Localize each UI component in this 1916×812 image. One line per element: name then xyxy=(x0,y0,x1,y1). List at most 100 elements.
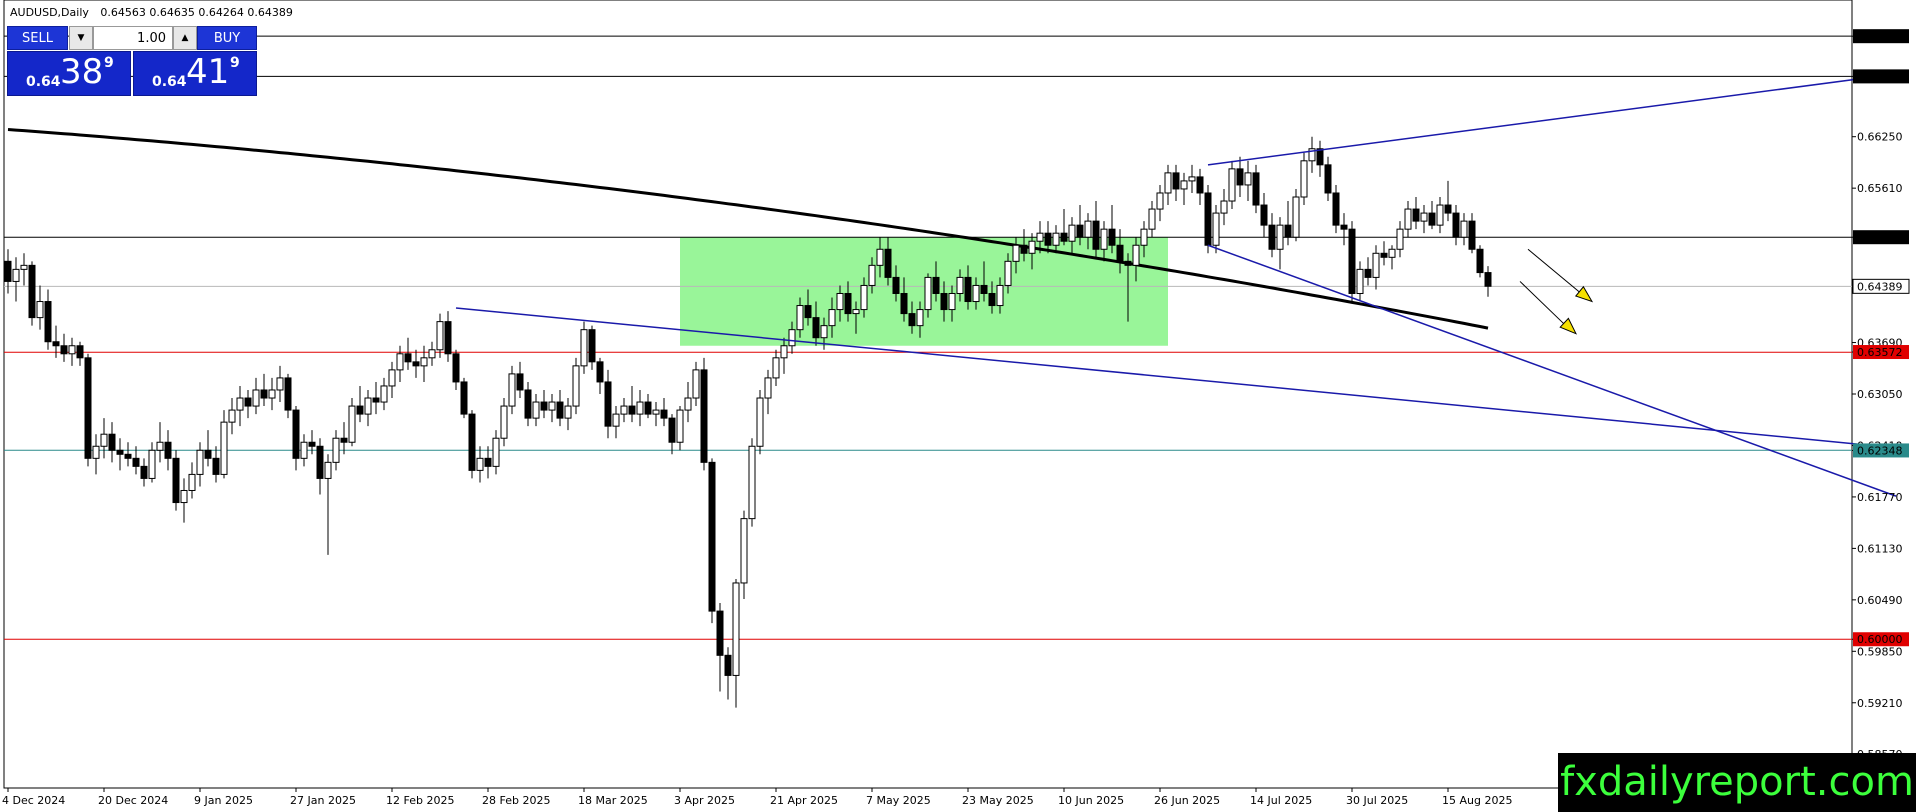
y-tick-label: 0.66250 xyxy=(1857,131,1903,144)
candle-bearish xyxy=(44,301,52,343)
candle-bullish xyxy=(1148,208,1156,230)
candle-bullish xyxy=(220,421,228,475)
candle-bullish xyxy=(1004,260,1012,286)
y-tick-label: 0.59850 xyxy=(1857,645,1903,658)
candle-bearish xyxy=(1364,268,1372,278)
candle-bullish xyxy=(236,397,244,411)
candle-bullish xyxy=(68,345,76,355)
candle-bullish xyxy=(1084,220,1092,238)
sell-button[interactable]: SELL xyxy=(7,26,68,50)
candle-bearish xyxy=(1444,204,1452,214)
candle-bullish xyxy=(876,248,884,266)
candle-bearish xyxy=(884,248,892,278)
lot-decrease-button[interactable]: ▼ xyxy=(69,26,93,50)
candle-bullish xyxy=(1356,268,1364,294)
candle-bearish xyxy=(84,357,92,459)
candle-bearish xyxy=(108,433,116,451)
lot-size-input[interactable] xyxy=(93,26,173,50)
candle-bullish xyxy=(1140,228,1148,246)
candle-bearish xyxy=(516,373,524,391)
candle-bullish xyxy=(1396,228,1404,250)
candle-bearish xyxy=(212,457,220,475)
candle-bullish xyxy=(1220,200,1228,214)
candle-bullish xyxy=(1028,240,1036,254)
y-tick-label: 0.61130 xyxy=(1857,542,1903,555)
candle-bearish xyxy=(1476,248,1484,274)
level-price-label: 0.65000 xyxy=(1857,231,1903,244)
candle-bearish xyxy=(140,465,148,479)
price-chart[interactable]: 0.675000.670000.662500.656100.650000.643… xyxy=(0,0,1916,812)
candle-bullish xyxy=(156,441,164,451)
candle-bullish xyxy=(1188,176,1196,182)
candle-bullish xyxy=(532,401,540,419)
candle-bullish xyxy=(684,397,692,411)
candle-bullish xyxy=(268,389,276,399)
candle-bullish xyxy=(364,397,372,415)
candle-bullish xyxy=(1460,220,1468,238)
candle-bullish xyxy=(956,276,964,294)
candle-bullish xyxy=(1036,232,1044,242)
candle-bullish xyxy=(12,268,20,282)
triangle-up-icon: ▲ xyxy=(181,33,189,43)
level-price-label: 0.67500 xyxy=(1857,30,1903,43)
candle-bearish xyxy=(1092,220,1100,250)
candle-bearish xyxy=(644,401,652,415)
x-tick-label: 10 Jun 2025 xyxy=(1058,794,1124,807)
candle-bullish xyxy=(420,357,428,367)
candle-bullish xyxy=(692,369,700,399)
candle-bearish xyxy=(668,417,676,443)
candle-bearish xyxy=(1172,172,1180,190)
candle-bullish xyxy=(92,445,100,459)
x-tick-label: 30 Jul 2025 xyxy=(1346,794,1408,807)
candle-bearish xyxy=(284,377,292,411)
candle-bearish xyxy=(812,317,820,339)
candle-bullish xyxy=(500,405,508,439)
candle-bearish xyxy=(1340,224,1348,230)
candle-bullish xyxy=(796,305,804,331)
candle-bullish xyxy=(868,264,876,286)
candle-bearish xyxy=(204,449,212,459)
candle-bearish xyxy=(1348,228,1356,294)
price-axis: 0.67500 0.67000 0.66250 0.65610 0.65000 0.643… xyxy=(1852,29,1910,761)
candle-bearish xyxy=(244,397,252,407)
candle-bullish xyxy=(772,357,780,379)
candle-bearish xyxy=(124,453,132,459)
candle-bullish xyxy=(564,405,572,419)
candle-bullish xyxy=(188,473,196,491)
candle-bullish xyxy=(324,461,332,479)
buy-button[interactable]: BUY xyxy=(197,26,257,50)
candle-bullish xyxy=(972,284,980,303)
candle-bullish xyxy=(1276,224,1284,250)
candle-bearish xyxy=(1060,232,1068,242)
candle-bearish xyxy=(1268,224,1276,250)
candle-bullish xyxy=(276,377,284,391)
lot-increase-button[interactable]: ▲ xyxy=(173,26,197,50)
candle-bullish xyxy=(1164,172,1172,194)
candle-bearish xyxy=(356,405,364,415)
y-tick-label: 0.63050 xyxy=(1857,388,1903,401)
buy-price-prefix: 0.64 xyxy=(152,74,187,90)
candle-bullish xyxy=(180,489,188,504)
candle-bearish xyxy=(1316,148,1324,166)
candle-bearish xyxy=(708,461,716,612)
candle-bearish xyxy=(892,276,900,294)
watermark: fxdailyreport.com xyxy=(1558,753,1916,812)
candle-bullish xyxy=(492,437,500,467)
candle-bearish xyxy=(596,361,604,383)
candle-bearish xyxy=(1076,224,1084,238)
buy-price-quote[interactable]: 0.64 41 9 xyxy=(133,51,257,96)
y-tick-label: 0.60490 xyxy=(1857,594,1903,607)
candle-bullish xyxy=(1012,244,1020,262)
candle-bullish xyxy=(1156,192,1164,210)
candle-bullish xyxy=(348,405,356,443)
level-price-label: 0.62348 xyxy=(1857,444,1903,457)
candle-bullish xyxy=(676,409,684,443)
candle-bearish xyxy=(604,381,612,427)
x-tick-label: 26 Jun 2025 xyxy=(1154,794,1220,807)
candle-bullish xyxy=(1100,228,1108,250)
level-price-label: 0.67000 xyxy=(1857,70,1903,83)
sell-price-quote[interactable]: 0.64 38 9 xyxy=(7,51,131,96)
candle-bearish xyxy=(460,381,468,415)
x-tick-label: 3 Apr 2025 xyxy=(674,794,735,807)
candle-bullish xyxy=(1052,232,1060,246)
